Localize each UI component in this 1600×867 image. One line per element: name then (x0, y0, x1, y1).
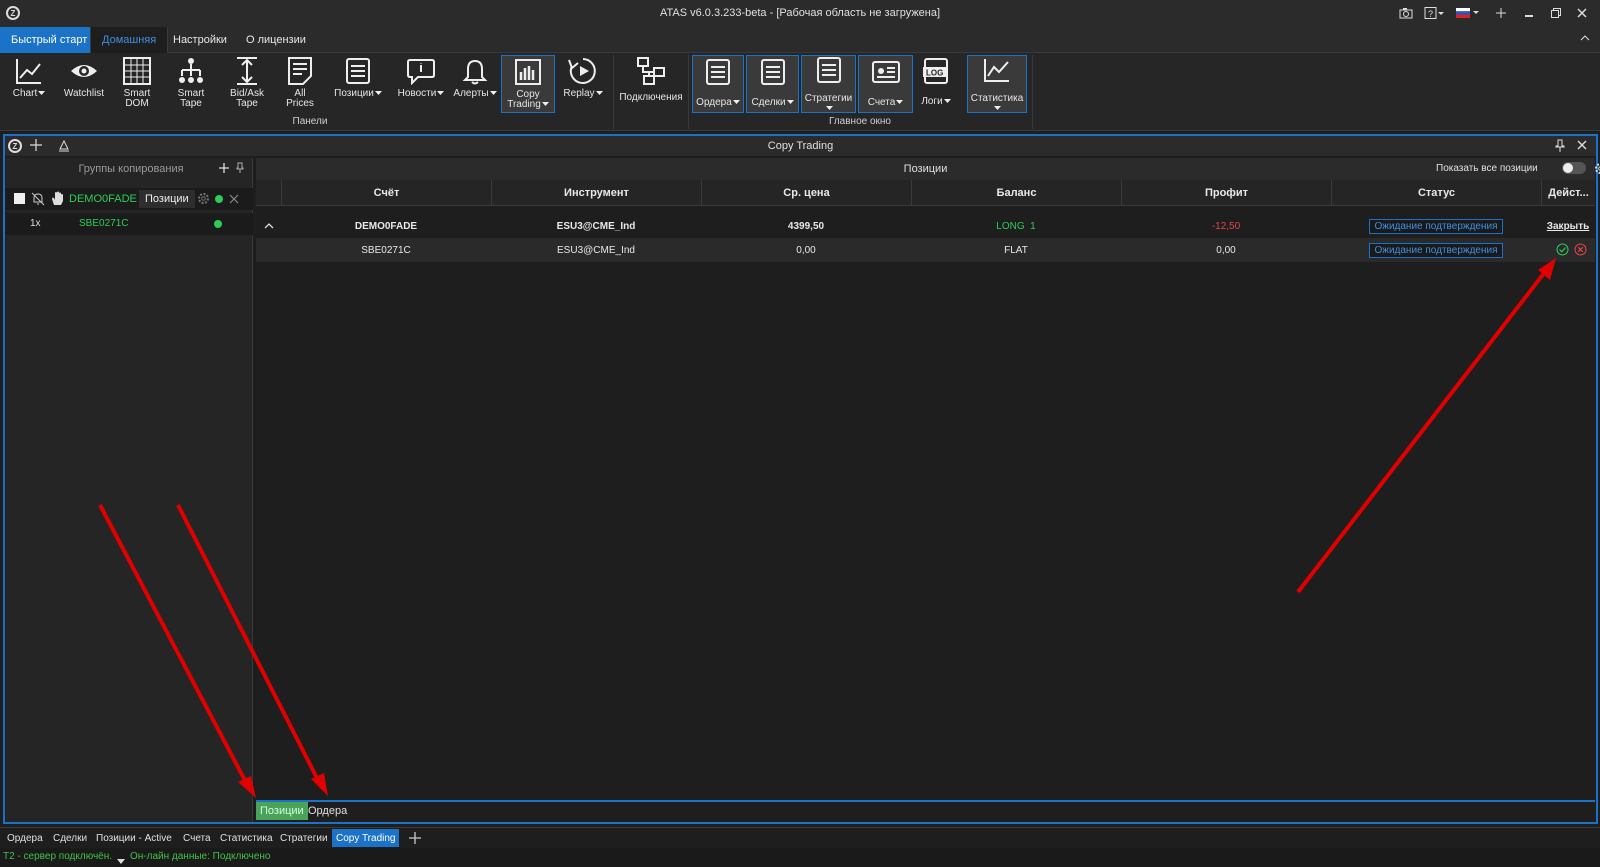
annotation-arrows (98, 258, 1556, 798)
annotation-arrow (98, 504, 256, 798)
annotation-arrow (176, 504, 328, 796)
annotation-arrow (1296, 258, 1556, 594)
